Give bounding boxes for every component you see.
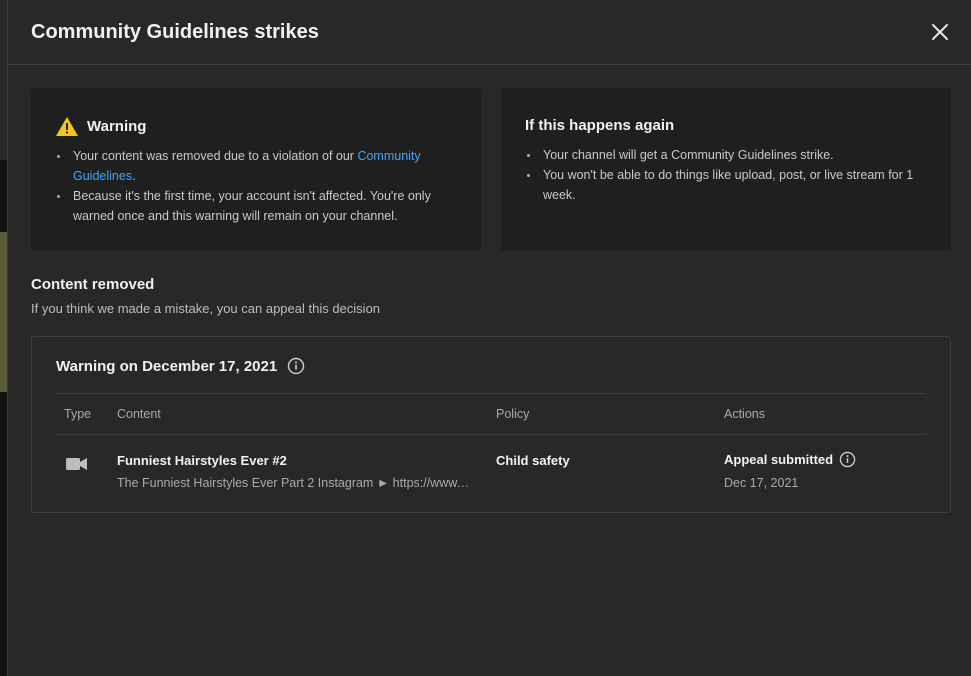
info-icon[interactable] (287, 357, 305, 375)
dialog-header: Community Guidelines strikes (8, 0, 971, 65)
if-happens-again-panel: If this happens again Your channel will … (501, 88, 951, 250)
appeal-status-text: Appeal submitted (724, 452, 834, 467)
close-icon[interactable] (929, 21, 951, 43)
if-happens-again-heading: If this happens again (525, 117, 675, 134)
info-icon[interactable] (839, 451, 856, 468)
strike-card-title-text: Warning on December 17, 2021 (56, 357, 278, 375)
appeal-status: Appeal submitted (724, 451, 856, 468)
again-bullet: You won't be able to do things like uplo… (525, 165, 927, 205)
column-header-actions: Actions (724, 407, 765, 421)
warning-triangle-icon (56, 117, 78, 136)
table-top-divider (56, 393, 926, 394)
column-header-type: Type (64, 407, 92, 421)
video-camera-icon (66, 458, 87, 470)
content-removed-subtitle: If you think we made a mistake, you can … (31, 301, 381, 316)
table-header-divider (56, 434, 926, 435)
content-removed-title: Content removed (31, 276, 155, 293)
strike-card-title: Warning on December 17, 2021 (56, 357, 305, 375)
content-title[interactable]: Funniest Hairstyles Ever #2 (117, 453, 287, 468)
column-header-policy: Policy (496, 407, 530, 421)
warning-panel: Warning Your content was removed due to … (31, 88, 481, 250)
strikes-dialog: Community Guidelines strikes Warning You… (7, 0, 971, 676)
column-header-content: Content (117, 407, 161, 421)
policy-value: Child safety (496, 453, 570, 468)
again-bullet: Your channel will get a Community Guidel… (525, 145, 927, 165)
warning-bullet: Because it's the first time, your accoun… (55, 186, 457, 226)
appeal-date: Dec 17, 2021 (724, 476, 799, 490)
warning-bullet-end: . (132, 169, 136, 183)
warning-bullets: Your content was removed due to a violat… (55, 146, 457, 226)
strike-card: Warning on December 17, 2021 Type Conten… (31, 336, 951, 513)
warning-heading: Warning (55, 116, 146, 137)
dialog-title: Community Guidelines strikes (31, 21, 319, 43)
content-description: The Funniest Hairstyles Ever Part 2 Inst… (117, 476, 472, 490)
warning-heading-text: Warning (87, 118, 147, 135)
warning-bullet: Your content was removed due to a violat… (55, 146, 457, 186)
warning-bullet-text: Your content was removed due to a violat… (73, 149, 358, 163)
again-bullets: Your channel will get a Community Guidel… (525, 145, 927, 205)
